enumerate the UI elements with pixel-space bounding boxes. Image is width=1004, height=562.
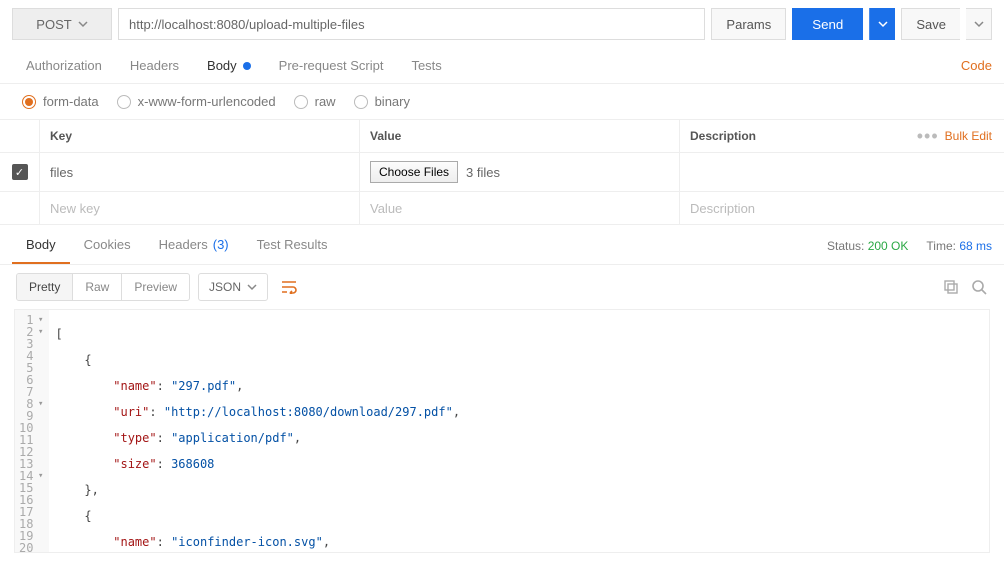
- response-toolbar: Pretty Raw Preview JSON: [0, 265, 1004, 309]
- view-preview[interactable]: Preview: [122, 274, 189, 300]
- line-num: 20: [19, 542, 33, 553]
- row-checkbox-cell: [0, 192, 40, 224]
- row-actions: [904, 153, 1004, 191]
- view-raw[interactable]: Raw: [73, 274, 122, 300]
- radio-raw[interactable]: raw: [294, 94, 336, 109]
- radio-urlencoded[interactable]: x-www-form-urlencoded: [117, 94, 276, 109]
- header-value: Value: [360, 120, 680, 152]
- tab-tests[interactable]: Tests: [397, 48, 455, 83]
- header-key: Key: [40, 120, 360, 152]
- radio-label: x-www-form-urlencoded: [138, 94, 276, 109]
- radio-label: raw: [315, 94, 336, 109]
- unsaved-dot-icon: [243, 62, 251, 70]
- view-mode-group: Pretty Raw Preview: [16, 273, 190, 301]
- response-body: 1▾ 2▾ 3 4 5 6 7 8▾ 9 10 11 12 13 14▾ 15 …: [14, 309, 990, 553]
- copy-icon[interactable]: [942, 278, 960, 296]
- response-status: Status: 200 OK Time: 68 ms: [827, 239, 992, 253]
- tab-authorization[interactable]: Authorization: [12, 48, 116, 83]
- tab-body-label: Body: [207, 58, 237, 73]
- radio-binary[interactable]: binary: [354, 94, 410, 109]
- wrap-lines-icon[interactable]: [276, 273, 304, 301]
- resp-headers-count: (3): [213, 237, 229, 252]
- chevron-down-icon: [878, 19, 888, 29]
- params-button[interactable]: Params: [711, 8, 786, 40]
- checkbox-checked-icon: ✓: [12, 164, 28, 180]
- resp-tab-testresults[interactable]: Test Results: [243, 227, 342, 264]
- tab-body[interactable]: Body: [193, 48, 265, 83]
- request-top-bar: POST Params Send Save: [0, 0, 1004, 48]
- table-row-new: New key Value Description: [0, 192, 1004, 225]
- new-key-input[interactable]: New key: [40, 192, 360, 224]
- response-tools: [942, 278, 988, 296]
- chevron-down-icon: [247, 282, 257, 292]
- resp-tab-cookies[interactable]: Cookies: [70, 227, 145, 264]
- gutter: 1▾ 2▾ 3 4 5 6 7 8▾ 9 10 11 12 13 14▾ 15 …: [15, 310, 49, 552]
- search-icon[interactable]: [970, 278, 988, 296]
- row-description[interactable]: [680, 153, 904, 191]
- send-dropdown[interactable]: [869, 8, 895, 40]
- row-checkbox-cell[interactable]: ✓: [0, 153, 40, 191]
- format-select[interactable]: JSON: [198, 273, 268, 301]
- more-icon[interactable]: •••: [917, 126, 939, 147]
- radio-icon: [117, 95, 131, 109]
- response-tabs: Body Cookies Headers (3) Test Results St…: [0, 227, 1004, 265]
- send-button[interactable]: Send: [792, 8, 863, 40]
- bulk-edit-link[interactable]: Bulk Edit: [945, 129, 992, 143]
- code-link[interactable]: Code: [961, 58, 992, 73]
- new-value-input[interactable]: Value: [360, 192, 680, 224]
- row-actions: [904, 192, 1004, 224]
- time-value: 68 ms: [959, 239, 992, 253]
- save-dropdown[interactable]: [966, 8, 992, 40]
- resp-tab-body[interactable]: Body: [12, 227, 70, 264]
- format-label: JSON: [209, 280, 241, 294]
- time-block: Time: 68 ms: [926, 239, 992, 253]
- method-label: POST: [36, 17, 71, 32]
- radio-label: binary: [375, 94, 410, 109]
- url-input[interactable]: [118, 8, 705, 40]
- new-desc-input[interactable]: Description: [680, 192, 904, 224]
- view-pretty[interactable]: Pretty: [17, 274, 73, 300]
- chevron-down-icon: [78, 19, 88, 29]
- radio-icon: [354, 95, 368, 109]
- header-checkbox-cell: [0, 120, 40, 152]
- row-value: Choose Files 3 files: [360, 153, 680, 191]
- radio-form-data[interactable]: form-data: [22, 94, 99, 109]
- status-block: Status: 200 OK: [827, 239, 908, 253]
- files-count: 3 files: [466, 165, 500, 180]
- choose-files-button[interactable]: Choose Files: [370, 161, 458, 183]
- radio-label: form-data: [43, 94, 99, 109]
- radio-icon: [22, 95, 36, 109]
- table-header: Key Value Description ••• Bulk Edit: [0, 120, 1004, 153]
- status-value: 200 OK: [868, 239, 909, 253]
- header-description: Description: [680, 120, 904, 152]
- table-row: ✓ files Choose Files 3 files: [0, 153, 1004, 192]
- tab-prerequest[interactable]: Pre-request Script: [265, 48, 398, 83]
- row-key[interactable]: files: [40, 153, 360, 191]
- chevron-down-icon: [974, 19, 984, 29]
- request-tabs: Authorization Headers Body Pre-request S…: [0, 48, 1004, 84]
- code-content[interactable]: [ { "name": "297.pdf", "uri": "http://lo…: [49, 310, 989, 552]
- form-data-table: Key Value Description ••• Bulk Edit ✓ fi…: [0, 119, 1004, 225]
- time-label: Time:: [926, 239, 956, 253]
- resp-headers-label: Headers: [159, 237, 208, 252]
- method-select[interactable]: POST: [12, 8, 112, 40]
- save-button[interactable]: Save: [901, 8, 960, 40]
- tab-headers[interactable]: Headers: [116, 48, 193, 83]
- resp-tab-headers[interactable]: Headers (3): [145, 227, 243, 264]
- header-actions: ••• Bulk Edit: [904, 120, 1004, 152]
- body-type-radios: form-data x-www-form-urlencoded raw bina…: [0, 84, 1004, 119]
- radio-icon: [294, 95, 308, 109]
- status-label: Status:: [827, 239, 864, 253]
